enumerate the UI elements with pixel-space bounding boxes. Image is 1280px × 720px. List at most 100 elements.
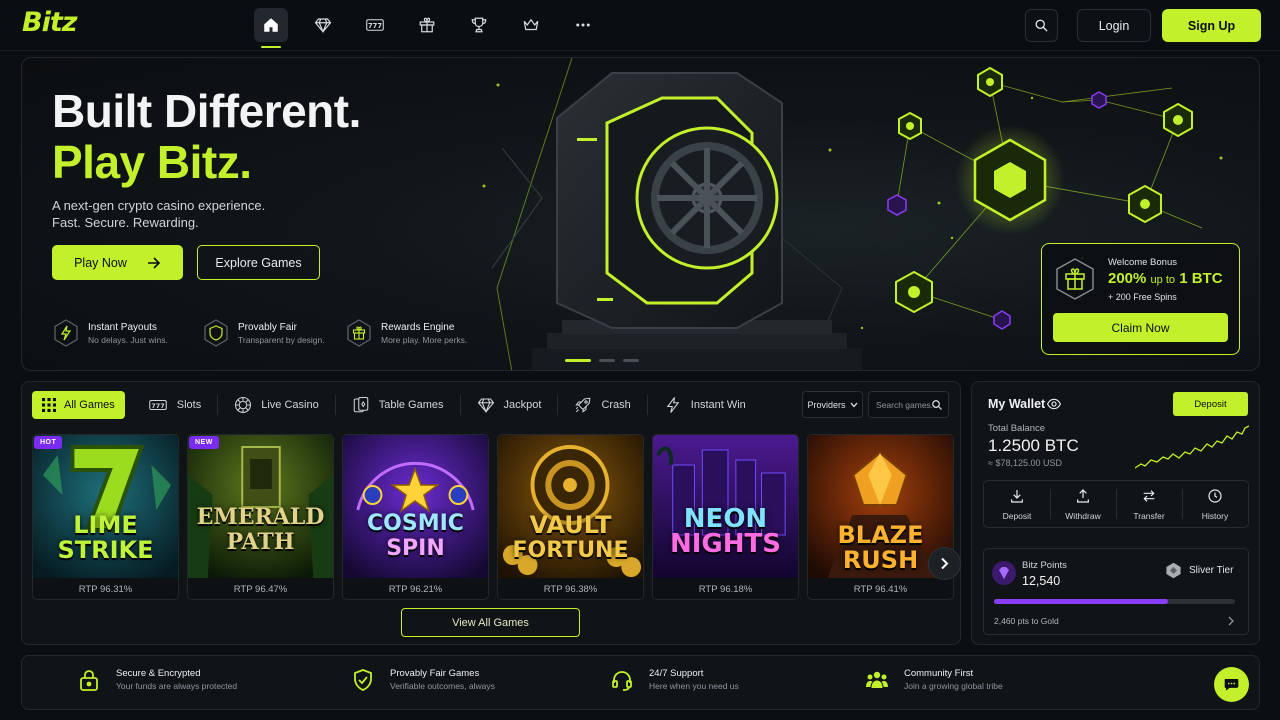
tier-progress-fill	[994, 599, 1168, 604]
tab-table-games[interactable]: Table Games	[342, 391, 454, 419]
nav-more[interactable]	[566, 8, 600, 42]
bonus-upto: up to	[1150, 274, 1176, 286]
nav-tournaments[interactable]	[462, 8, 496, 42]
play-now-label: Play Now	[74, 255, 127, 270]
chip-icon	[235, 396, 252, 414]
game-rtp: RTP 96.47%	[233, 584, 288, 595]
trust-item-fair: Provably Fair Games Verifiable outcomes,…	[351, 667, 495, 693]
signup-button[interactable]: Sign Up	[1162, 9, 1261, 42]
game-title: NEON NIGHTS	[653, 506, 798, 557]
view-all-games-button[interactable]: View All Games	[401, 608, 580, 637]
shield-check-icon	[354, 669, 372, 691]
trust-title: Community First	[904, 668, 974, 679]
game-title: EMERALD PATH	[188, 505, 333, 555]
rocket-icon	[575, 397, 591, 413]
gift-icon	[347, 319, 371, 347]
carousel-dot-2[interactable]	[599, 359, 615, 362]
tab-all-games[interactable]: All Games	[32, 391, 125, 419]
chevron-down-icon	[850, 402, 857, 407]
game-title-line1: LIME	[73, 511, 138, 539]
game-cards-row: LIME STRIKE HOT RTP 96.31% EMERALD PATH …	[32, 434, 954, 600]
game-card-neon-nights[interactable]: NEON NIGHTS RTP 96.18%	[652, 434, 799, 600]
trust-subtitle: Your funds are always protected	[116, 681, 238, 691]
eye-icon[interactable]	[1047, 397, 1061, 411]
points-card[interactable]: Bitz Points 12,540 Sliver Tier 2,460 pts…	[983, 548, 1249, 635]
feature-subtitle: No delays. Just wins.	[88, 334, 168, 345]
game-card-cosmic-spin[interactable]: COSMIC SPIN RTP 96.21%	[342, 434, 489, 600]
live-chat-button[interactable]	[1214, 667, 1249, 702]
hero-subtitle: A next-gen crypto casino experience. Fas…	[52, 197, 372, 231]
tab-divider	[334, 395, 336, 415]
logo[interactable]: Bitz	[22, 7, 77, 38]
feature-title: Provably Fair	[238, 321, 297, 333]
tab-slots[interactable]: 777 Slots	[138, 391, 211, 419]
balance-fiat: ≈ $78,125.00 USD	[988, 458, 1062, 468]
more-icon	[576, 23, 590, 27]
carousel-dot-3[interactable]	[623, 359, 639, 362]
games-panel: All Games 777 Slots Live Casino Table Ga…	[21, 381, 961, 645]
providers-dropdown[interactable]: Providers	[802, 391, 863, 418]
action-label: Withdraw	[1065, 510, 1101, 521]
explore-games-button[interactable]: Explore Games	[197, 245, 320, 280]
game-title: LIME STRIKE	[33, 513, 178, 563]
claim-now-button[interactable]: Claim Now	[1053, 313, 1228, 342]
trust-subtitle: Here when you need us	[649, 681, 739, 691]
game-rtp: RTP 96.21%	[388, 584, 443, 595]
nav-promotions[interactable]	[410, 8, 444, 42]
wallet-action-transfer[interactable]: Transfer	[1116, 481, 1182, 527]
tab-label: Slots	[176, 399, 202, 411]
hero-feature-fair: Provably Fair Transparent by design.	[202, 319, 325, 347]
new-badge: NEW	[189, 436, 219, 449]
tab-jackpot[interactable]: Jackpot	[467, 391, 552, 419]
bonus-free-spins: + 200 Free Spins	[1108, 292, 1177, 302]
upload-icon	[1077, 488, 1089, 503]
game-rtp: RTP 96.18%	[698, 584, 753, 595]
action-label: Transfer	[1133, 510, 1165, 521]
tab-live-casino[interactable]: Live Casino	[224, 391, 328, 419]
nav-jackpot[interactable]	[306, 8, 340, 42]
game-title-line1: BLAZE	[837, 521, 924, 549]
feature-subtitle: Transparent by design.	[238, 334, 325, 345]
nav-slots[interactable]: 777	[358, 8, 392, 42]
wallet-action-history[interactable]: History	[1182, 481, 1248, 527]
carousel-next-button[interactable]	[928, 547, 961, 580]
login-button[interactable]: Login	[1077, 9, 1151, 42]
chevron-right-icon	[1228, 616, 1234, 626]
game-title: VAULT FORTUNE	[498, 511, 643, 564]
tab-label: Jackpot	[503, 399, 542, 411]
nav-vip[interactable]	[514, 8, 548, 42]
wallet-action-deposit[interactable]: Deposit	[984, 481, 1050, 527]
game-rtp: RTP 96.41%	[853, 584, 908, 595]
game-card-vault-fortune[interactable]: VAULT FORTUNE RTP 96.38%	[497, 434, 644, 600]
tab-divider	[217, 395, 219, 415]
game-title-line1: VAULT	[529, 511, 612, 539]
game-card-emerald-path[interactable]: EMERALD PATH NEW RTP 96.47%	[187, 434, 334, 600]
gift-icon	[1056, 258, 1094, 300]
play-now-button[interactable]: Play Now	[52, 245, 183, 280]
game-title-line1: COSMIC	[367, 511, 464, 536]
headset-icon	[612, 671, 632, 691]
hero-title-line2: Play Bitz.	[52, 136, 252, 188]
wallet-actions: Deposit Withdraw Transfer History	[983, 480, 1249, 528]
trust-bar: Secure & Encrypted Your funds are always…	[21, 655, 1260, 710]
tier-progress-bar	[994, 599, 1235, 604]
carousel-dot-1[interactable]	[565, 359, 591, 362]
lock-icon	[80, 670, 98, 691]
slots-777-icon: 777	[148, 399, 167, 411]
game-rtp: RTP 96.38%	[543, 584, 598, 595]
nav-home[interactable]	[254, 8, 288, 48]
game-card-lime-strike[interactable]: LIME STRIKE HOT RTP 96.31%	[32, 434, 179, 600]
trust-title: 24/7 Support	[649, 668, 704, 679]
tab-label: Crash	[601, 399, 631, 411]
arrow-right-icon	[147, 256, 161, 269]
game-search-input[interactable]: Search games...	[868, 391, 949, 418]
game-title-line2: FORTUNE	[512, 538, 629, 563]
tab-crash[interactable]: Crash	[564, 391, 640, 419]
tab-instant-win[interactable]: Instant Win	[654, 391, 756, 419]
search-button[interactable]	[1025, 9, 1058, 42]
bonus-value: 200% up to 1 BTC	[1108, 270, 1223, 287]
action-label: Deposit	[1002, 510, 1032, 521]
wallet-deposit-button[interactable]: Deposit	[1173, 392, 1248, 416]
trust-item-community: Community First Join a growing global tr…	[865, 667, 1003, 693]
wallet-action-withdraw[interactable]: Withdraw	[1050, 481, 1116, 527]
